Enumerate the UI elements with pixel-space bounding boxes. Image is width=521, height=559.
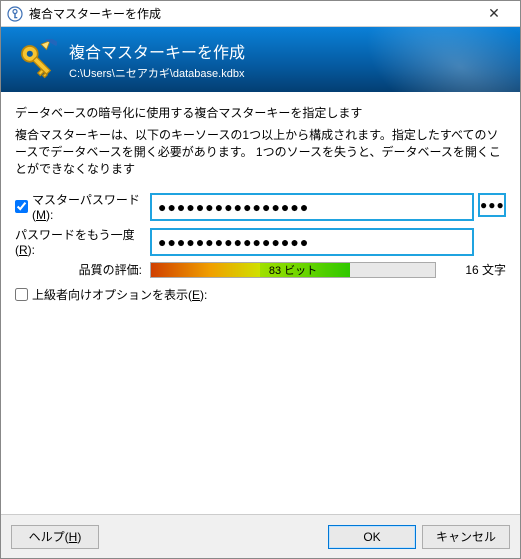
master-password-input[interactable] [154, 197, 470, 217]
master-password-label: マスターパスワード(M): [32, 191, 150, 222]
description-primary: データベースの暗号化に使用する複合マスターキーを指定します [15, 104, 506, 121]
ok-button[interactable]: OK [328, 525, 416, 549]
reveal-password-button[interactable]: ●●● [478, 193, 506, 217]
expert-options-checkbox[interactable] [15, 288, 28, 301]
close-button[interactable]: ✕ [474, 5, 514, 22]
banner-titles: 複合マスターキーを作成 C:\Users\ニセアカギ\database.kdbx [69, 39, 245, 81]
banner: 複合マスターキーを作成 C:\Users\ニセアカギ\database.kdbx [1, 27, 520, 92]
banner-subtitle: C:\Users\ニセアカギ\database.kdbx [69, 65, 245, 81]
repeat-password-row: パスワードをもう一度(R): [15, 226, 506, 257]
master-password-row: マスターパスワード(M): ●●● [15, 191, 506, 222]
repeat-password-box [150, 228, 474, 256]
description-secondary: 複合マスターキーは、以下のキーソースの1つ以上から構成されます。指定したすべての… [15, 127, 506, 177]
quality-bits: 83 ビット [151, 263, 435, 277]
expert-options-label: 上級者向けオプションを表示(E): [32, 286, 207, 303]
footer: ヘルプ(H) OK キャンセル [1, 514, 520, 558]
help-button[interactable]: ヘルプ(H) [11, 525, 99, 549]
quality-label: 品質の評価: [15, 261, 150, 278]
master-password-checkbox[interactable] [15, 200, 28, 213]
expert-options-row: 上級者向けオプションを表示(E): [15, 286, 506, 303]
quality-chars: 16 文字 [436, 261, 506, 278]
repeat-password-label: パスワードをもう一度(R): [15, 226, 146, 257]
master-password-box [150, 193, 474, 221]
app-icon [7, 6, 23, 22]
window-title: 複合マスターキーを作成 [29, 5, 474, 22]
cancel-button[interactable]: キャンセル [422, 525, 510, 549]
repeat-password-input[interactable] [154, 232, 470, 252]
titlebar: 複合マスターキーを作成 ✕ [1, 1, 520, 27]
quality-bar: 83 ビット [150, 262, 436, 278]
key-icon [15, 39, 57, 81]
banner-title: 複合マスターキーを作成 [69, 39, 245, 63]
content: データベースの暗号化に使用する複合マスターキーを指定します 複合マスターキーは、… [1, 92, 520, 303]
quality-row: 品質の評価: 83 ビット 16 文字 [15, 261, 506, 278]
